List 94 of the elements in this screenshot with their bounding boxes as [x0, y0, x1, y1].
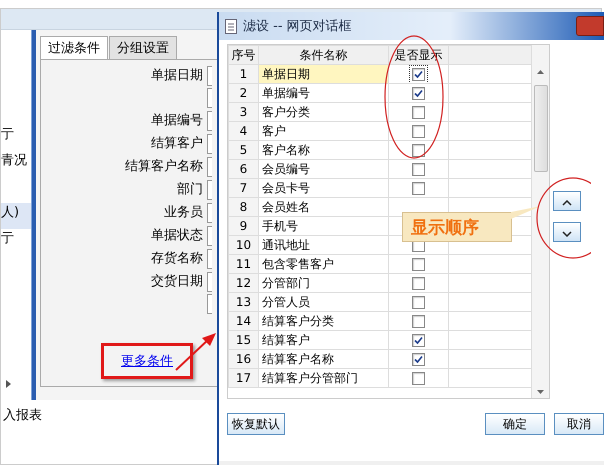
scrollbar-thumb[interactable]	[534, 85, 548, 172]
input-field[interactable]	[207, 66, 212, 86]
chevron-up-icon	[562, 200, 572, 206]
condition-name[interactable]: 通讯地址	[258, 236, 388, 254]
input-field[interactable]	[207, 134, 212, 154]
field-label: 单据日期	[150, 67, 203, 85]
condition-name[interactable]: 结算客户名称	[258, 350, 388, 368]
row-number: 11	[228, 254, 258, 274]
row-number: 5	[228, 140, 258, 160]
field-label: 单据编号	[150, 112, 203, 130]
scroll-up-icon[interactable]	[537, 70, 544, 74]
condition-name[interactable]: 结算客户分类	[258, 312, 388, 330]
move-up-button[interactable]	[553, 191, 581, 211]
checkbox[interactable]	[412, 106, 425, 120]
input-field[interactable]	[207, 272, 212, 292]
more-conditions-link[interactable]: 更多条件	[121, 352, 173, 370]
checkbox[interactable]	[412, 277, 425, 290]
checkbox[interactable]	[412, 334, 425, 348]
side-text: 青况	[1, 152, 28, 170]
checkbox[interactable]	[412, 296, 425, 310]
condition-name[interactable]: 客户分类	[258, 102, 388, 122]
field-label: 单据状态	[150, 227, 203, 245]
input-field[interactable]	[207, 249, 212, 269]
field-label: 业务员	[163, 204, 203, 222]
row-number: 4	[228, 122, 258, 140]
checkbox[interactable]	[412, 372, 425, 386]
input-field[interactable]	[207, 203, 212, 223]
dialog-button[interactable]: 取消	[554, 413, 604, 435]
condition-name[interactable]: 分管部门	[258, 274, 388, 292]
move-down-button[interactable]	[553, 222, 581, 242]
tab[interactable]: 过滤条件	[40, 36, 108, 59]
row-number: 14	[228, 312, 258, 330]
row-number: 8	[228, 198, 258, 216]
callout-pointer	[511, 206, 541, 220]
condition-name[interactable]: 客户名称	[258, 140, 388, 160]
scrollbar[interactable]	[531, 45, 549, 398]
condition-name[interactable]: 分管人员	[258, 292, 388, 312]
tooltip-callout: 显示顺序	[402, 212, 512, 242]
condition-name[interactable]: 手机号	[258, 216, 388, 236]
condition-name[interactable]: 单据日期	[258, 64, 388, 84]
row-number: 3	[228, 102, 258, 122]
input-field[interactable]	[207, 294, 212, 314]
column-header: 序号	[228, 46, 258, 64]
field-label: 存货名称	[150, 250, 203, 268]
row-number: 9	[228, 216, 258, 236]
row-number: 12	[228, 274, 258, 292]
dialog-button[interactable]: 确定	[485, 413, 545, 435]
row-number: 10	[228, 236, 258, 254]
condition-name[interactable]: 客户	[258, 122, 388, 140]
row-number: 15	[228, 330, 258, 350]
side-text: 亍	[1, 126, 15, 144]
row-number: 17	[228, 368, 258, 388]
condition-name[interactable]: 单据编号	[258, 84, 388, 102]
side-text: 亍	[1, 230, 15, 248]
condition-name[interactable]: 包含零售客户	[258, 254, 388, 274]
field-label: 交货日期	[150, 273, 203, 291]
chevron-down-icon	[562, 230, 572, 236]
checkbox[interactable]	[412, 125, 425, 138]
input-field[interactable]	[207, 88, 212, 108]
checkbox[interactable]	[412, 144, 425, 158]
side-text: 人)	[1, 203, 31, 229]
window-title: 滤设 -- 网页对话框	[243, 18, 352, 35]
checkbox[interactable]	[412, 68, 425, 82]
checkbox[interactable]	[412, 182, 425, 196]
condition-name[interactable]: 会员编号	[258, 160, 388, 178]
column-header: 条件名称	[258, 46, 388, 64]
condition-name[interactable]: 会员姓名	[258, 198, 388, 216]
document-icon	[225, 18, 237, 34]
field-label: 结算客户名称	[124, 158, 203, 176]
field-label: 部门	[176, 181, 203, 199]
condition-name[interactable]: 结算客户分管部门	[258, 368, 388, 388]
row-number: 6	[228, 160, 258, 178]
input-field[interactable]	[207, 180, 212, 200]
footer-text: 入报表	[3, 407, 42, 424]
input-field[interactable]	[207, 226, 212, 246]
condition-name[interactable]: 会员卡号	[258, 178, 388, 198]
row-number: 13	[228, 292, 258, 312]
checkbox[interactable]	[412, 315, 425, 328]
checkbox[interactable]	[412, 353, 425, 366]
tab[interactable]: 分组设置	[109, 36, 177, 59]
checkbox[interactable]	[412, 163, 425, 176]
row-number: 16	[228, 350, 258, 368]
input-field[interactable]	[207, 157, 212, 177]
input-field[interactable]	[207, 111, 212, 131]
condition-name[interactable]: 结算客户	[258, 330, 388, 350]
field-label: 结算客户	[150, 135, 203, 153]
checkbox[interactable]	[412, 87, 425, 100]
scroll-down-icon[interactable]	[537, 390, 544, 394]
row-number: 2	[228, 84, 258, 102]
dialog-button[interactable]: 恢复默认	[227, 413, 285, 435]
checkbox[interactable]	[412, 258, 425, 272]
close-button[interactable]	[576, 16, 604, 36]
row-number: 7	[228, 178, 258, 198]
row-number: 1	[228, 64, 258, 84]
